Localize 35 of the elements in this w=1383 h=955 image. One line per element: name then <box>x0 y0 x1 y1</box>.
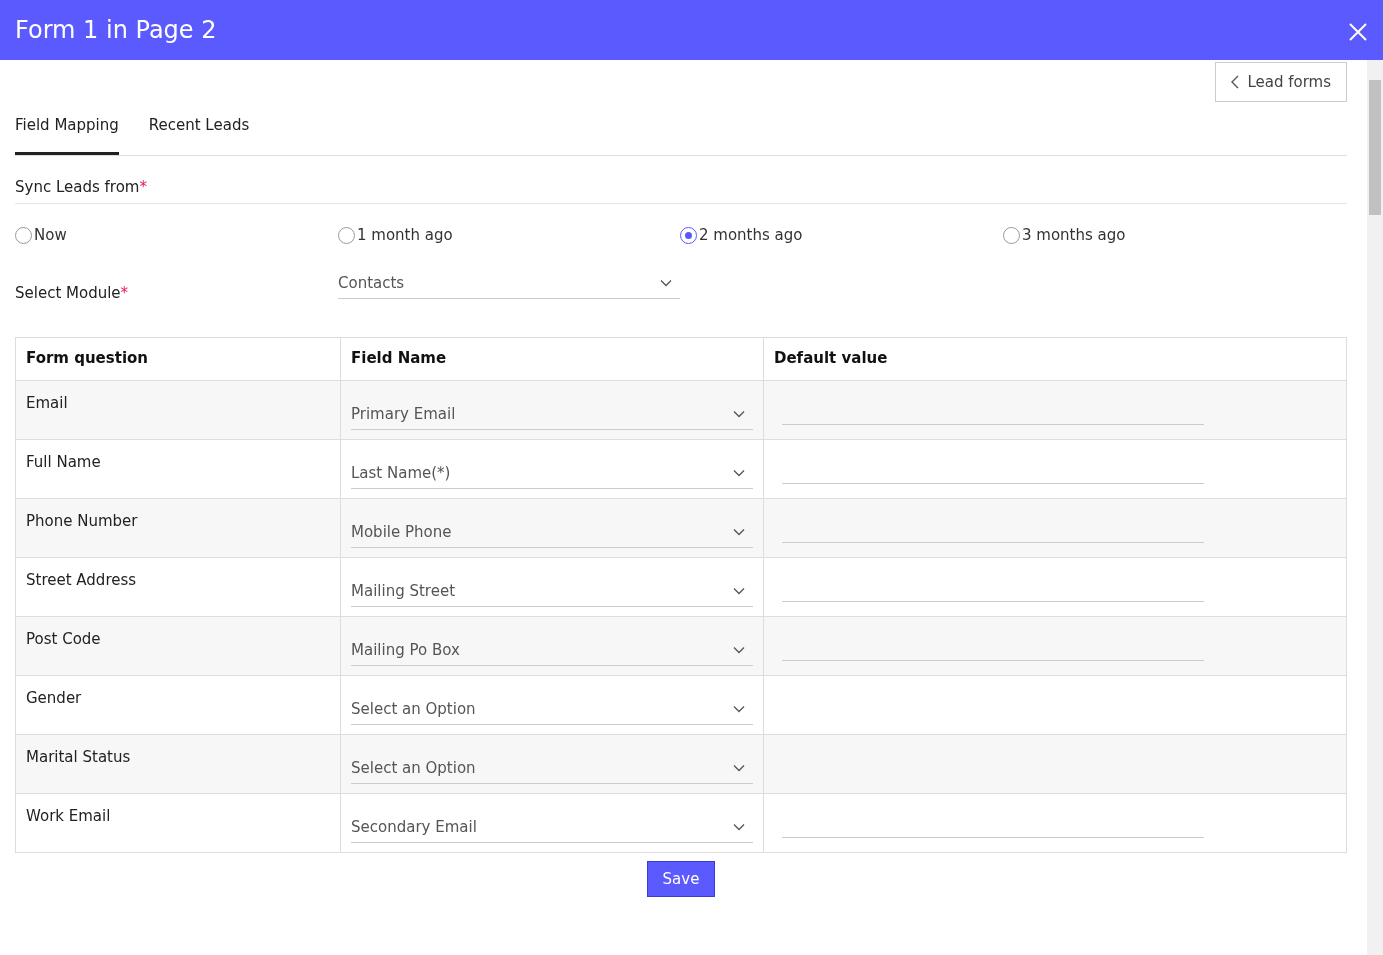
radio-option[interactable]: 1 month ago <box>338 224 680 247</box>
module-select[interactable]: Contacts <box>338 266 680 299</box>
window-title: Form 1 in Page 2 <box>15 15 217 46</box>
chevron-down-icon <box>733 704 745 713</box>
back-button[interactable]: Lead forms <box>1215 62 1347 102</box>
table-cell-text: Street Address <box>26 569 137 591</box>
table-cell-text: Phone Number <box>26 510 138 532</box>
chevron-down-icon <box>733 468 745 477</box>
column-header: Field Name <box>340 337 764 380</box>
table-cell-text: Full Name <box>26 451 101 473</box>
chevron-down-icon <box>733 645 745 654</box>
tab[interactable]: Field Mapping <box>15 104 119 155</box>
chevron-down-icon <box>733 763 745 772</box>
save-button[interactable]: Save <box>646 860 716 897</box>
column-header: Form question <box>15 337 341 380</box>
scrollbar[interactable] <box>1367 60 1383 955</box>
table-cell-text: Email <box>26 392 68 414</box>
table-cell-text: Post Code <box>26 628 101 650</box>
close-button[interactable] <box>1348 20 1368 40</box>
table-cell-text: Marital Status <box>26 746 131 768</box>
field-label: Select Module* <box>15 282 130 304</box>
chevron-down-icon <box>733 822 745 831</box>
chevron-left-icon <box>1231 75 1240 89</box>
field-label: Sync Leads from* <box>15 176 148 198</box>
column-header: Default value <box>763 337 1347 380</box>
table-cell-text: Work Email <box>26 805 111 827</box>
tab[interactable]: Recent Leads <box>148 104 250 155</box>
chevron-down-icon <box>660 279 672 287</box>
table-cell-text: Gender <box>26 687 82 709</box>
chevron-down-icon <box>733 409 745 418</box>
radio-option[interactable]: 2 months ago <box>680 224 1003 247</box>
chevron-down-icon <box>733 586 745 595</box>
radio-option[interactable]: 3 months ago <box>1003 224 1326 247</box>
chevron-down-icon <box>733 527 745 536</box>
radio-option[interactable]: Now <box>15 224 338 247</box>
